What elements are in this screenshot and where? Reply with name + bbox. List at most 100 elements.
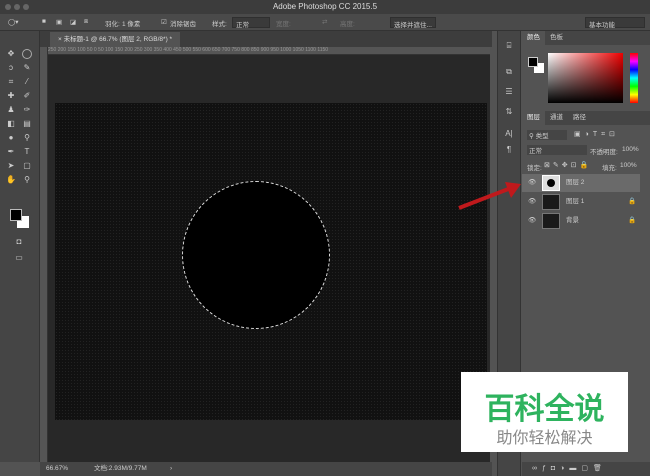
options-bar: ◯▾ ■ ▣ ◪ ⧈ 羽化: 1 像素 ☑ 消除锯齿 样式: 正常 宽度: ⇄ … xyxy=(0,14,650,31)
eyedropper-tool-icon[interactable]: ⁄ xyxy=(22,77,32,87)
antialias-checkbox[interactable]: ☑ xyxy=(161,18,167,26)
vertical-ruler[interactable] xyxy=(40,47,48,462)
workspace-select[interactable]: 基本功能 xyxy=(585,17,645,29)
layer-row[interactable]: 👁 背景 🔒 xyxy=(522,212,640,230)
style-select[interactable]: 正常 xyxy=(232,17,270,29)
watermark: 百科全说 助你轻松解决 xyxy=(461,372,628,452)
horizontal-ruler[interactable]: 250 200 150 100 50 0 50 100 150 200 250 … xyxy=(48,47,490,55)
color-fg-swatch[interactable] xyxy=(528,57,538,67)
document-tab-title: 未标题-1 @ 66.7% (图层 2, RGB/8*) * xyxy=(63,36,173,43)
tab-color[interactable]: 颜色 xyxy=(522,31,545,45)
color-field[interactable] xyxy=(548,53,623,103)
lasso-tool-icon[interactable]: ↄ xyxy=(6,63,16,73)
layer-filter-select[interactable]: ⚲ 类型 xyxy=(527,130,567,140)
swap-icon[interactable]: ⇄ xyxy=(322,18,327,26)
visibility-eye-icon[interactable]: 👁 xyxy=(528,174,536,192)
clone-stamp-tool-icon[interactable]: ♟ xyxy=(6,105,16,115)
blend-mode-select[interactable]: 正常 xyxy=(527,145,587,155)
status-menu-arrow-icon[interactable]: › xyxy=(170,462,172,476)
lock-icon: 🔒 xyxy=(628,198,637,205)
layer-filter-icons[interactable]: ▣◑T⌗⊡ xyxy=(574,130,619,139)
document-tab[interactable]: × 未标题-1 @ 66.7% (图层 2, RGB/8*) * xyxy=(50,32,181,47)
fill-label: 填充: xyxy=(602,165,617,172)
quick-select-tool-icon[interactable]: ✎ xyxy=(22,63,32,73)
red-arrow-annotation xyxy=(458,182,521,210)
intersect-selection-icon[interactable]: ⧈ xyxy=(84,18,88,26)
type-tool-icon[interactable]: T xyxy=(22,147,32,157)
layer-name[interactable]: 图层 1 xyxy=(566,193,584,211)
visibility-eye-icon[interactable]: 👁 xyxy=(528,193,536,211)
marquee-ellipse-icon[interactable]: ◯▾ xyxy=(8,18,19,26)
hand-tool-icon[interactable]: ✋ xyxy=(6,175,16,185)
adjustments-panel-icon[interactable]: ☰ xyxy=(504,87,514,97)
hue-slider[interactable] xyxy=(630,53,638,103)
opacity-input[interactable]: 100% xyxy=(622,146,639,153)
pen-tool-icon[interactable]: ✒ xyxy=(6,147,16,157)
filter-kind-label: 类型 xyxy=(535,133,549,140)
layer-thumbnail xyxy=(542,194,560,210)
history-panel-icon[interactable]: ⌸ xyxy=(504,41,514,51)
new-selection-icon[interactable]: ■ xyxy=(42,18,46,25)
select-and-mask-button[interactable]: 选择并遮住... xyxy=(390,17,436,29)
foreground-color-swatch[interactable] xyxy=(10,209,22,221)
properties-panel-icon[interactable]: ⧉ xyxy=(504,67,514,77)
zoom-level[interactable]: 66.67% xyxy=(46,462,68,476)
elliptical-marquee-tool-icon[interactable] xyxy=(22,49,32,59)
brush-tool-icon[interactable]: ✐ xyxy=(22,91,32,101)
opacity-label: 不透明度: xyxy=(590,149,618,156)
dodge-tool-icon[interactable]: ⚲ xyxy=(22,133,32,143)
document-canvas[interactable] xyxy=(55,103,487,420)
style-label: 样式: xyxy=(212,21,227,28)
width-label: 宽度: xyxy=(276,21,291,28)
blur-tool-icon[interactable]: ● xyxy=(6,133,16,143)
feather-label: 羽化: xyxy=(105,21,120,28)
lock-icon: 🔒 xyxy=(628,217,637,224)
canvas-area[interactable] xyxy=(48,55,490,462)
tab-channels[interactable]: 通道 xyxy=(545,111,568,125)
shape-tool-icon[interactable]: ▢ xyxy=(22,161,32,171)
circle-selection[interactable] xyxy=(182,181,330,329)
lock-icons[interactable]: ⊠✎✥⊡🔒 xyxy=(544,161,591,169)
layer-name[interactable]: 背景 xyxy=(566,212,579,230)
tab-swatches[interactable]: 色板 xyxy=(545,31,568,45)
visibility-eye-icon[interactable]: 👁 xyxy=(528,212,536,230)
title-bar: Adobe Photoshop CC 2015.5 xyxy=(0,0,650,14)
layer-row[interactable]: 👁 图层 1 🔒 xyxy=(522,193,640,211)
minimize-window-button[interactable] xyxy=(14,4,20,10)
eraser-tool-icon[interactable]: ◧ xyxy=(6,119,16,129)
status-bar: 66.67% 文档:2.93M/9.77M › xyxy=(40,462,492,476)
tab-layers[interactable]: 图层 xyxy=(522,111,545,125)
document-size: 文档:2.93M/9.77M xyxy=(94,465,147,472)
document-tabs: × 未标题-1 @ 66.7% (图层 2, RGB/8*) * xyxy=(40,31,492,47)
color-panel-tabs: 颜色 色板 xyxy=(522,31,650,45)
quick-mask-icon[interactable]: ◘ xyxy=(14,237,24,247)
layers-footer-buttons[interactable]: ∞ƒ◘◑▬▢🗑 xyxy=(522,462,650,476)
app-title: Adobe Photoshop CC 2015.5 xyxy=(272,2,378,11)
tools-panel: ✥ ↄ ✎ ⌗ ⁄ ✚ ✐ ♟ ✑ ◧ ▤ ● ⚲ ✒ T ➤ ▢ ✋ ⚲ ◘ … xyxy=(0,31,40,462)
layer-row[interactable]: 👁 图层 2 xyxy=(522,174,640,192)
path-select-tool-icon[interactable]: ➤ xyxy=(6,161,16,171)
zoom-window-button[interactable] xyxy=(23,4,29,10)
crop-tool-icon[interactable]: ⌗ xyxy=(6,77,16,87)
add-selection-icon[interactable]: ▣ xyxy=(56,18,62,26)
history-brush-tool-icon[interactable]: ✑ xyxy=(22,105,32,115)
tab-paths[interactable]: 路径 xyxy=(568,111,591,125)
close-window-button[interactable] xyxy=(5,4,11,10)
feather-input[interactable]: 1 像素 xyxy=(122,18,140,28)
screen-mode-icon[interactable]: ▭ xyxy=(14,253,24,263)
lock-label: 锁定: xyxy=(527,165,542,172)
move-tool-icon[interactable]: ✥ xyxy=(6,49,16,59)
paragraph-panel-icon[interactable]: ¶ xyxy=(504,145,514,155)
layers-panel-tabs: 图层 通道 路径 xyxy=(522,111,650,125)
character-panel-icon[interactable]: A| xyxy=(504,129,514,139)
tool-presets-icon[interactable]: ⇅ xyxy=(504,107,514,117)
healing-tool-icon[interactable]: ✚ xyxy=(6,91,16,101)
fill-input[interactable]: 100% xyxy=(620,162,637,169)
layer-name[interactable]: 图层 2 xyxy=(566,174,584,192)
zoom-tool-icon[interactable]: ⚲ xyxy=(22,175,32,185)
layer-thumbnail xyxy=(542,213,560,229)
layer-thumbnail xyxy=(542,175,560,191)
gradient-tool-icon[interactable]: ▤ xyxy=(22,119,32,129)
subtract-selection-icon[interactable]: ◪ xyxy=(70,18,76,26)
height-label: 高度: xyxy=(340,21,355,28)
